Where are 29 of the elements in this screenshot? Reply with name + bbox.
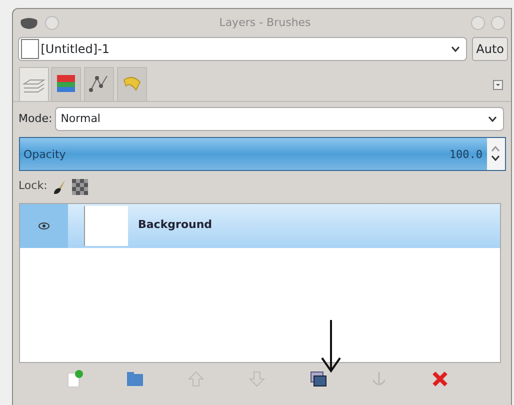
layer-name: Background [137, 217, 212, 234]
tab[interactable] [84, 66, 114, 100]
duplicate-icon [308, 368, 328, 388]
opacity-slider[interactable]: Opacity 100.0 [18, 136, 506, 170]
tab[interactable] [116, 66, 147, 100]
mode-value: Normal [60, 110, 102, 127]
down-arrow-icon [246, 368, 267, 388]
up-arrow-icon [186, 368, 206, 388]
image-name: [Untitled]-1 [40, 41, 111, 58]
dropdown-chevron-icon [488, 116, 496, 122]
opacity-label: Opacity [24, 146, 66, 162]
eye-icon[interactable] [38, 222, 50, 230]
layer-thumbnail [84, 206, 128, 246]
delete-icon [430, 368, 450, 388]
image-menu[interactable]: [Untitled]-1 [18, 37, 467, 61]
brush-icon[interactable] [52, 178, 67, 194]
checkerboard-icon[interactable] [72, 178, 88, 194]
layer-row[interactable]: Background [20, 204, 500, 248]
auto-button[interactable]: Auto [472, 37, 508, 61]
dropdown-chevron-icon [450, 46, 460, 52]
tab-menu-icon[interactable] [492, 80, 503, 90]
opacity-reading: 100.0 [449, 146, 482, 162]
tab[interactable] [51, 66, 82, 100]
spin-down-icon[interactable] [491, 154, 500, 161]
window-title: Layers - Brushes [218, 14, 312, 31]
tab[interactable] [18, 66, 48, 100]
mode-label: Mode: [18, 110, 52, 127]
lock-label: Lock: [18, 178, 48, 194]
mode-dropdown[interactable]: Normal [54, 107, 504, 131]
